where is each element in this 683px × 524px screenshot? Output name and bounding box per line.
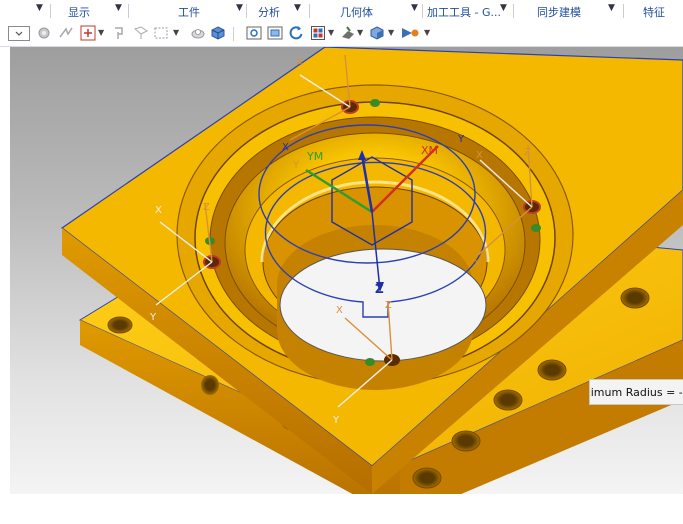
toolbar: ▼ ▼ ▼ ▼ ▼ ▼ [0, 22, 683, 47]
render-style-icon[interactable] [310, 25, 326, 41]
shaded-icon[interactable] [210, 25, 226, 41]
axis-label-y: Y [333, 415, 340, 426]
axis-label-z: Z [385, 300, 392, 311]
menu-feature[interactable]: 特征 [643, 4, 665, 20]
axis-label-y: Y [458, 134, 465, 145]
chevron-down-icon[interactable]: ▼ [608, 3, 615, 13]
menu-display[interactable]: 显示 [68, 4, 90, 20]
snap-icon[interactable] [36, 25, 52, 41]
chevron-down-icon[interactable]: ▼ [411, 3, 418, 13]
move-icon[interactable] [80, 25, 96, 41]
graphics-viewport[interactable]: YM XM Z X Y X Y X Y Z X Z Y X Z Y [10, 47, 683, 494]
axis-label-z: Z [524, 147, 531, 158]
separator [128, 4, 129, 18]
axis-label-x: X [336, 305, 343, 316]
chevron-down-icon[interactable]: ▼ [388, 28, 394, 37]
rotate-icon[interactable] [288, 25, 304, 41]
separator [233, 27, 234, 41]
transform-icon[interactable] [133, 25, 149, 41]
axis-label-ym: YM [307, 150, 324, 163]
show-hide-icon[interactable] [190, 25, 206, 41]
menu-workpiece[interactable]: 工件 [178, 4, 200, 20]
menu-analysis[interactable]: 分析 [258, 4, 280, 20]
chevron-down-icon[interactable]: ▼ [294, 3, 301, 13]
axis-label-z: Z [203, 202, 210, 213]
axis-label-y: Y [475, 259, 482, 270]
menu-geometry[interactable]: 几何体 [340, 4, 373, 20]
axis-label-xm: XM [421, 144, 439, 157]
align-icon[interactable] [112, 25, 128, 41]
chevron-down-icon[interactable]: ▼ [173, 28, 179, 37]
chevron-down-icon[interactable]: ▼ [328, 28, 334, 37]
box-select-icon[interactable] [153, 25, 169, 41]
shading-icon[interactable] [369, 25, 385, 41]
chevron-down-icon[interactable]: ▼ [98, 28, 104, 37]
selection-filter-icon[interactable] [58, 25, 74, 41]
menu-machining-tools[interactable]: 加工工具 - G... [427, 4, 501, 20]
axis-label-y: Y [150, 312, 157, 323]
separator [422, 4, 423, 18]
separator [246, 4, 247, 18]
separator [513, 4, 514, 18]
axis-label-x: X [296, 57, 303, 68]
color-icon[interactable] [400, 25, 420, 41]
chevron-down-icon[interactable]: ▼ [36, 3, 43, 13]
chevron-down-icon[interactable]: ▼ [500, 3, 507, 13]
axis-label-x: X [155, 205, 162, 216]
zoom-icon[interactable] [267, 25, 283, 41]
axis-label-x: X [476, 150, 483, 161]
separator [50, 4, 51, 18]
tooltip-text: Maximum Radius = -4 [590, 386, 683, 399]
separator [623, 4, 624, 18]
chevron-down-icon[interactable]: ▼ [424, 28, 430, 37]
view-mode-icon[interactable] [8, 26, 30, 41]
measurement-tooltip: Maximum Radius = -4 [589, 379, 683, 405]
chevron-down-icon[interactable]: ▼ [236, 3, 243, 13]
axis-label-x: X [282, 142, 289, 153]
menu-synchronous-modeling[interactable]: 同步建模 [537, 4, 581, 20]
chevron-down-icon[interactable]: ▼ [357, 28, 363, 37]
chevron-down-icon[interactable]: ▼ [115, 3, 122, 13]
lighting-icon[interactable] [340, 25, 356, 41]
menu-bar: ▼ 显示 ▼ 工件 ▼ 分析 ▼ 几何体 ▼ 加工工具 - G... ▼ 同步建… [0, 0, 683, 23]
axis-label-y: Y [293, 160, 300, 171]
cad-model[interactable] [10, 47, 683, 494]
axis-label-z: Z [375, 282, 384, 296]
fit-view-icon[interactable] [246, 25, 262, 41]
status-area [0, 494, 683, 524]
separator [309, 4, 310, 18]
